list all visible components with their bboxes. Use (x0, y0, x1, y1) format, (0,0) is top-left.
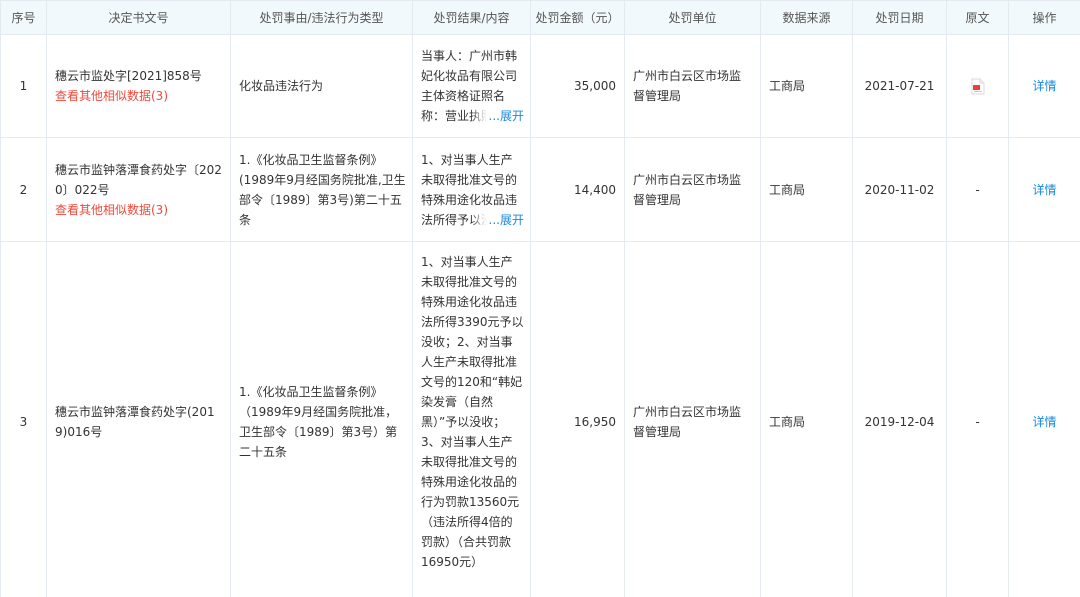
doc-no: 穗云市监钟落潭食药处字〔2020〕022号 (55, 162, 222, 197)
reason-cell: 1.《化妆品卫生监督条例》（1989年9月经国务院批准，卫生部令〔1989〕第3… (230, 241, 413, 597)
table-row: 3 穗云市监钟落潭食药处字(2019)016号 1.《化妆品卫生监督条例》（19… (0, 241, 1080, 597)
unit-cell: 广州市白云区市场监督管理局 (624, 34, 761, 138)
result-clip: 当事人：广州市韩妃化妆品有限公司主体资格证照名称：营业执照统一社会信用代码 ..… (421, 46, 524, 126)
header-index: 序号 (0, 0, 47, 35)
original-cell (946, 34, 1009, 138)
unit-cell: 广州市白云区市场监督管理局 (624, 137, 761, 242)
similar-data-link[interactable]: 查看其他相似数据(3) (55, 200, 222, 220)
action-cell: 详情 (1008, 34, 1080, 138)
header-result: 处罚结果/内容 (412, 0, 531, 35)
source-cell: 工商局 (760, 137, 853, 242)
table-header-row: 序号 决定书文号 处罚事由/违法行为类型 处罚结果/内容 处罚金额（元） 处罚单… (0, 0, 1080, 35)
pdf-icon[interactable] (971, 78, 985, 95)
source-cell: 工商局 (760, 34, 853, 138)
detail-link[interactable]: 详情 (1032, 183, 1056, 197)
reason-cell: 化妆品违法行为 (230, 34, 413, 138)
header-unit: 处罚单位 (624, 0, 761, 35)
result-cell: 1、对当事人生产未取得批准文号的特殊用途化妆品违法所得3390元予以没收；2、对… (412, 241, 531, 597)
amount-cell: 14,400 (530, 137, 625, 242)
header-original: 原文 (946, 0, 1009, 35)
action-cell: 详情 (1008, 241, 1080, 597)
reason-cell: 1.《化妆品卫生监督条例》(1989年9月经国务院批准,卫生部令〔1989〕第3… (230, 137, 413, 242)
expand-link[interactable]: ...展开 (489, 213, 524, 227)
expand-link[interactable]: ...展开 (489, 109, 524, 123)
row-index: 3 (0, 241, 47, 597)
doc-no-cell: 穗云市监钟落潭食药处字(2019)016号 (46, 241, 231, 597)
result-cell: 1、对当事人生产未取得批准文号的特殊用途化妆品违法所得予以没收 ...展开 (412, 137, 531, 242)
doc-no-cell: 穗云市监钟落潭食药处字〔2020〕022号 查看其他相似数据(3) (46, 137, 231, 242)
source-cell: 工商局 (760, 241, 853, 597)
amount-cell: 35,000 (530, 34, 625, 138)
penalty-table: 序号 决定书文号 处罚事由/违法行为类型 处罚结果/内容 处罚金额（元） 处罚单… (0, 0, 1080, 597)
expand-box: ...展开 (470, 106, 524, 126)
table-row: 2 穗云市监钟落潭食药处字〔2020〕022号 查看其他相似数据(3) 1.《化… (0, 137, 1080, 242)
amount-cell: 16,950 (530, 241, 625, 597)
doc-no: 穗云市监处字[2021]858号 (55, 69, 202, 83)
result-clip: 1、对当事人生产未取得批准文号的特殊用途化妆品违法所得予以没收 ...展开 (421, 150, 524, 230)
detail-link[interactable]: 详情 (1032, 79, 1056, 93)
original-cell: - (946, 137, 1009, 242)
date-cell: 2021-07-21 (852, 34, 947, 138)
doc-no: 穗云市监钟落潭食药处字(2019)016号 (55, 404, 215, 439)
detail-link[interactable]: 详情 (1032, 415, 1056, 429)
header-action: 操作 (1008, 0, 1080, 35)
header-date: 处罚日期 (852, 0, 947, 35)
header-doc-no: 决定书文号 (46, 0, 231, 35)
similar-data-link[interactable]: 查看其他相似数据(3) (55, 86, 222, 106)
header-amount: 处罚金额（元） (530, 0, 625, 35)
result-cell: 当事人：广州市韩妃化妆品有限公司主体资格证照名称：营业执照统一社会信用代码 ..… (412, 34, 531, 138)
doc-no-cell: 穗云市监处字[2021]858号 查看其他相似数据(3) (46, 34, 231, 138)
original-cell: - (946, 241, 1009, 597)
date-cell: 2020-11-02 (852, 137, 947, 242)
action-cell: 详情 (1008, 137, 1080, 242)
unit-cell: 广州市白云区市场监督管理局 (624, 241, 761, 597)
header-reason: 处罚事由/违法行为类型 (230, 0, 413, 35)
row-index: 2 (0, 137, 47, 242)
row-index: 1 (0, 34, 47, 138)
date-cell: 2019-12-04 (852, 241, 947, 597)
header-source: 数据来源 (760, 0, 853, 35)
table-row: 1 穗云市监处字[2021]858号 查看其他相似数据(3) 化妆品违法行为 当… (0, 34, 1080, 138)
expand-box: ...展开 (470, 209, 524, 230)
